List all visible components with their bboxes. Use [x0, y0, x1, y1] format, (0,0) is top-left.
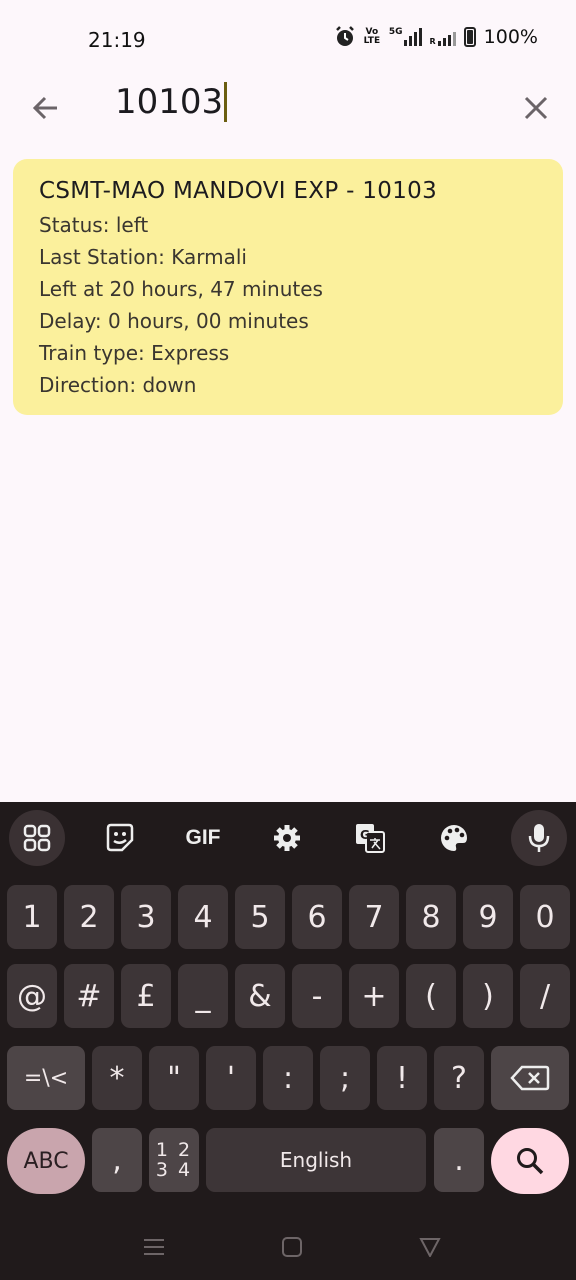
train-last-station: Last Station: Karmali — [39, 245, 247, 269]
search-query: 10103 — [115, 82, 224, 122]
space-key[interactable]: English — [206, 1128, 426, 1192]
train-status: Status: left — [39, 213, 149, 237]
keyboard: GIF G 1 2 3 4 5 6 7 8 9 0 @ # £ _ & - + … — [0, 802, 576, 1280]
gif-button[interactable]: GIF — [175, 810, 231, 866]
abc-key[interactable]: ABC — [7, 1128, 85, 1194]
key-asterisk[interactable]: * — [92, 1046, 142, 1110]
volte-icon: Vo LTE — [363, 27, 381, 46]
nav-back-button[interactable] — [415, 1232, 445, 1262]
number-key-4[interactable]: 5 — [235, 885, 285, 949]
key-exclamation[interactable]: ! — [377, 1046, 427, 1110]
sticker-button[interactable] — [92, 810, 148, 866]
number-key-7[interactable]: 8 — [406, 885, 456, 949]
backspace-icon — [510, 1065, 550, 1091]
number-key-6[interactable]: 7 — [349, 885, 399, 949]
recents-button[interactable] — [139, 1232, 169, 1262]
numpad-top: 1 2 — [155, 1139, 193, 1161]
symbol-key-9[interactable]: / — [520, 964, 570, 1028]
number-key-9[interactable]: 0 — [520, 885, 570, 949]
search-icon — [517, 1148, 544, 1175]
comma-key[interactable]: , — [92, 1128, 142, 1192]
battery-percent: 100% — [483, 26, 538, 48]
symbol-key-8[interactable]: ) — [463, 964, 513, 1028]
fiveg-label: 5G — [388, 27, 403, 37]
theme-button[interactable] — [426, 810, 482, 866]
period-key[interactable]: . — [434, 1128, 484, 1192]
symbol-key-2[interactable]: £ — [121, 964, 171, 1028]
back-arrow-icon — [32, 96, 57, 120]
search-input[interactable]: 10103 — [115, 82, 228, 122]
home-button[interactable] — [277, 1232, 307, 1262]
sticker-icon — [106, 823, 134, 852]
signal-bars — [437, 28, 456, 46]
voice-input-button[interactable] — [511, 810, 567, 866]
backspace-key[interactable] — [491, 1046, 569, 1110]
number-key-0[interactable]: 1 — [7, 885, 57, 949]
search-bar: 10103 — [0, 72, 576, 144]
apps-grid-icon — [23, 824, 51, 852]
palette-icon — [441, 825, 467, 851]
key-colon[interactable]: : — [263, 1046, 313, 1110]
train-left-at: Left at 20 hours, 47 minutes — [39, 277, 323, 301]
symbol-key-6[interactable]: + — [349, 964, 399, 1028]
train-direction: Direction: down — [39, 373, 197, 397]
keyboard-toolbar: GIF G — [0, 802, 576, 874]
svg-text:G: G — [360, 828, 370, 842]
symbol-key-7[interactable]: ( — [406, 964, 456, 1028]
5g-signal-icon: 5G — [389, 28, 422, 46]
train-delay: Delay: 0 hours, 00 minutes — [39, 309, 309, 333]
numpad-bottom: 3 4 — [155, 1159, 193, 1181]
back-icon — [419, 1238, 441, 1257]
5g-bars — [403, 28, 422, 46]
more-symbols-key[interactable]: =\< — [7, 1046, 85, 1110]
symbol-key-1[interactable]: # — [64, 964, 114, 1028]
status-time: 21:19 — [88, 28, 146, 52]
battery-icon — [463, 27, 476, 47]
menu-icon — [144, 1239, 164, 1255]
text-caret — [224, 82, 228, 122]
gif-icon: GIF — [185, 826, 221, 849]
search-key[interactable] — [491, 1128, 569, 1194]
symbol-key-5[interactable]: - — [292, 964, 342, 1028]
number-key-1[interactable]: 2 — [64, 885, 114, 949]
number-key-2[interactable]: 3 — [121, 885, 171, 949]
key-apostrophe[interactable]: ' — [206, 1046, 256, 1110]
clear-button[interactable] — [512, 84, 560, 132]
settings-icon — [274, 825, 300, 851]
number-key-8[interactable]: 9 — [463, 885, 513, 949]
home-icon — [282, 1237, 302, 1257]
key-semicolon[interactable]: ; — [320, 1046, 370, 1110]
number-key-5[interactable]: 6 — [292, 885, 342, 949]
signal-icon: R — [430, 28, 456, 46]
symbol-key-3[interactable]: _ — [178, 964, 228, 1028]
train-type: Train type: Express — [39, 341, 230, 365]
settings-button[interactable] — [259, 810, 315, 866]
key-quote[interactable]: " — [149, 1046, 199, 1110]
back-button[interactable] — [22, 84, 70, 132]
numpad-key[interactable]: 1 2 3 4 — [149, 1128, 199, 1192]
results-area: CSMT-MAO MANDOVI EXP - 10103 Status: lef… — [0, 144, 576, 802]
apps-grid-button[interactable] — [9, 810, 65, 866]
symbol-key-0[interactable]: @ — [7, 964, 57, 1028]
train-result-card[interactable]: CSMT-MAO MANDOVI EXP - 10103 Status: lef… — [13, 159, 563, 415]
translate-icon: G — [356, 824, 385, 853]
translate-button[interactable]: G — [342, 810, 398, 866]
alarm-icon — [335, 26, 354, 46]
key-question[interactable]: ? — [434, 1046, 484, 1110]
symbol-key-4[interactable]: & — [235, 964, 285, 1028]
number-key-3[interactable]: 4 — [178, 885, 228, 949]
close-icon — [524, 96, 548, 120]
status-icons: Vo LTE 5G R 100% — [335, 26, 538, 48]
navigation-bar — [0, 1210, 576, 1280]
train-title: CSMT-MAO MANDOVI EXP - 10103 — [39, 178, 437, 204]
roaming-label: R — [429, 37, 436, 46]
status-bar: 21:19 Vo LTE 5G R 100% — [0, 0, 576, 72]
microphone-icon — [528, 824, 550, 852]
